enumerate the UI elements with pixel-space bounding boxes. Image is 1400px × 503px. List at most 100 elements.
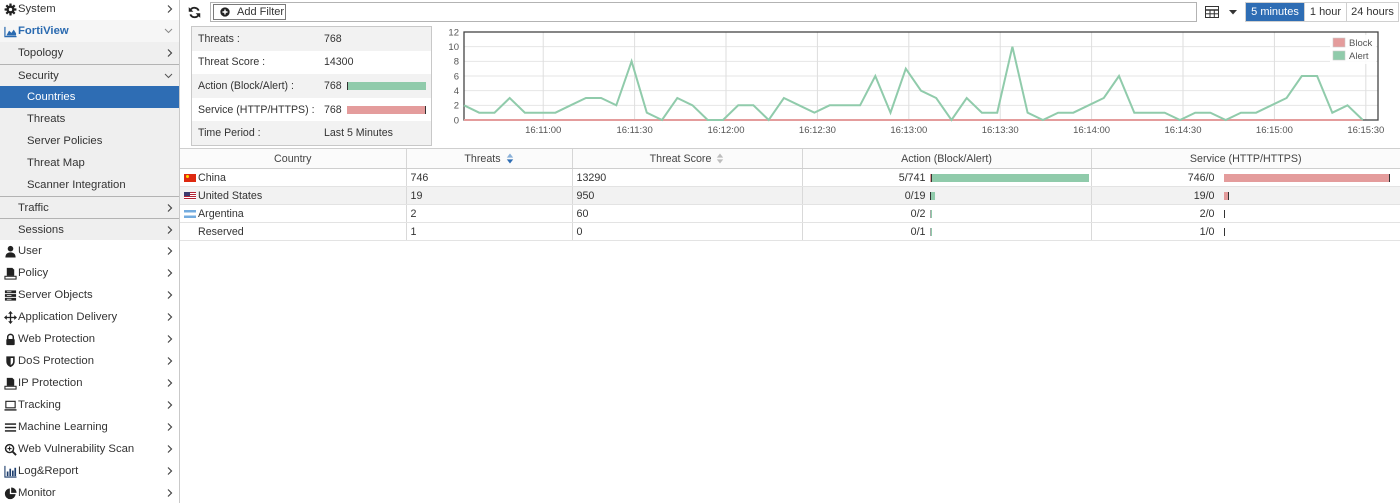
summary-row-threat-score: Threat Score : 14300: [192, 51, 431, 75]
chevron-down-icon: [164, 28, 173, 34]
sidebar-item-ip-protection[interactable]: IP Protection: [0, 372, 179, 394]
action-cell-content: 0/1: [807, 226, 1087, 238]
data-point-block: [782, 119, 785, 122]
data-point-alert: [1300, 75, 1303, 78]
sidebar-item-log-report[interactable]: Log&Report: [0, 460, 179, 482]
threats-cell: 1: [405, 222, 572, 241]
sidebar-item-web-protection[interactable]: Web Protection: [0, 328, 179, 350]
area-chart-icon: [3, 24, 17, 38]
sidebar-item-application-delivery[interactable]: Application Delivery: [0, 306, 179, 328]
refresh-button[interactable]: [184, 3, 205, 21]
table-row[interactable]: Reserved 1 0 0/1 1/0: [180, 222, 1400, 241]
sidebar-item-label: User: [18, 245, 42, 257]
action-cell: 0/2: [801, 204, 1091, 223]
service-cell: 1/0: [1090, 222, 1400, 241]
time-range-24-hours[interactable]: 24 hours: [1346, 3, 1398, 21]
sidebar-item-fortiview[interactable]: FortiView: [0, 20, 179, 42]
add-filter-button[interactable]: Add Filter: [213, 4, 286, 20]
data-point-alert: [1011, 45, 1014, 48]
sort-descending-icon[interactable]: [506, 153, 514, 164]
column-header-label: Country: [274, 152, 312, 165]
sidebar-item-countries[interactable]: Countries: [0, 86, 179, 108]
threats-cell: 19: [405, 186, 572, 205]
threats-cell: 2: [405, 204, 572, 223]
data-point-alert: [1331, 111, 1334, 114]
chevron-right-icon: [167, 203, 173, 212]
action-ratio-bar: [929, 191, 1089, 200]
service-cell-content: 2/0: [1096, 208, 1397, 220]
summary-value-group: 768: [324, 104, 426, 116]
summary-label: Service (HTTP/HTTPS) :: [198, 103, 315, 116]
y-tick-label: 8: [454, 57, 459, 68]
shield-icon: [3, 354, 17, 368]
y-tick-label: 6: [454, 71, 459, 82]
country-cell: Reserved: [180, 222, 406, 241]
sidebar-item-system[interactable]: System: [0, 0, 179, 20]
column-header-threats[interactable]: Threats: [405, 148, 572, 169]
chevron-right-icon: [167, 291, 173, 300]
data-point-block: [798, 119, 801, 122]
threat-score-cell: 0: [571, 222, 802, 241]
sidebar-item-scanner-integration[interactable]: Scanner Integration: [0, 174, 179, 196]
summary-value: 14300: [324, 56, 354, 69]
sidebar-item-user[interactable]: User: [0, 240, 179, 262]
sidebar-item-label: Threat Map: [27, 157, 85, 169]
sidebar-item-machine-learning[interactable]: Machine Learning: [0, 416, 179, 438]
data-point-block: [1194, 119, 1197, 122]
threat-score-cell: 13290: [571, 168, 802, 187]
lock-icon: [3, 332, 17, 346]
sort-icon[interactable]: [716, 153, 724, 164]
sidebar-item-label: IP Protection: [18, 377, 83, 389]
chevron-right-icon: [167, 335, 173, 344]
service-cell: 2/0: [1090, 204, 1400, 223]
data-point-block: [600, 119, 603, 122]
china-flag-icon: [184, 173, 196, 182]
threats-cell: 746: [405, 168, 572, 187]
data-point-alert: [828, 104, 831, 107]
sidebar-item-dos-protection[interactable]: DoS Protection: [0, 350, 179, 372]
data-point-block: [1087, 119, 1090, 122]
data-point-block: [737, 119, 740, 122]
sidebar-item-threats[interactable]: Threats: [0, 108, 179, 130]
sidebar-item-topology[interactable]: Topology: [0, 42, 179, 64]
sidebar-item-server-objects[interactable]: Server Objects: [0, 284, 179, 306]
table-row[interactable]: China 746 13290 5/741 746/0: [180, 168, 1400, 187]
time-range-1-hour[interactable]: 1 hour: [1304, 3, 1346, 21]
filter-bar[interactable]: Add Filter: [210, 2, 1197, 22]
time-range-selector: 5 minutes 1 hour 24 hours: [1245, 2, 1399, 22]
sidebar-item-policy[interactable]: Policy: [0, 262, 179, 284]
country-name: United States: [198, 189, 263, 202]
sidebar-item-label: Monitor: [18, 487, 56, 499]
sidebar-item-label: Server Policies: [27, 135, 103, 147]
y-tick-label: 10: [448, 42, 459, 53]
table-row[interactable]: Argentina 2 60 0/2 2/0: [180, 204, 1400, 223]
sidebar-item-tracking[interactable]: Tracking: [0, 394, 179, 416]
sidebar-item-threat-map[interactable]: Threat Map: [0, 152, 179, 174]
data-point-alert: [554, 111, 557, 114]
summary-row-action: Action (Block/Alert) : 768: [192, 74, 431, 98]
column-header-service: Service (HTTP/HTTPS): [1090, 148, 1400, 169]
column-header-content: Threats: [464, 153, 513, 165]
data-point-block: [508, 119, 511, 122]
x-tick-label: 16:13:30: [982, 125, 1019, 136]
column-header-threat-score[interactable]: Threat Score: [571, 148, 802, 169]
action-cell: 0/1: [801, 222, 1091, 241]
data-point-block: [569, 119, 572, 122]
summary-panel: Threats : 768 Threat Score : 14300 Actio…: [191, 26, 432, 146]
summary-value: 768: [324, 79, 342, 92]
sidebar-item-sessions[interactable]: Sessions: [0, 218, 179, 240]
table-view-dropdown[interactable]: [1200, 2, 1241, 22]
data-point-alert: [1133, 111, 1136, 114]
sidebar-item-traffic[interactable]: Traffic: [0, 196, 179, 218]
sidebar-item-web-vulnerability-scan[interactable]: Web Vulnerability Scan: [0, 438, 179, 460]
chevron-right-icon: [167, 467, 173, 476]
sidebar-item-security[interactable]: Security: [0, 64, 179, 86]
sidebar-item-monitor[interactable]: Monitor: [0, 482, 179, 503]
sidebar-item-label: Tracking: [18, 399, 61, 411]
sidebar-item-server-policies[interactable]: Server Policies: [0, 130, 179, 152]
table-row[interactable]: United States 19 950 0/19 19/0: [180, 186, 1400, 205]
summary-value-group: 768: [324, 79, 426, 92]
time-range-5-minutes[interactable]: 5 minutes: [1246, 3, 1304, 21]
column-header-action: Action (Block/Alert): [801, 148, 1091, 169]
plus-circle-icon: [220, 7, 230, 17]
